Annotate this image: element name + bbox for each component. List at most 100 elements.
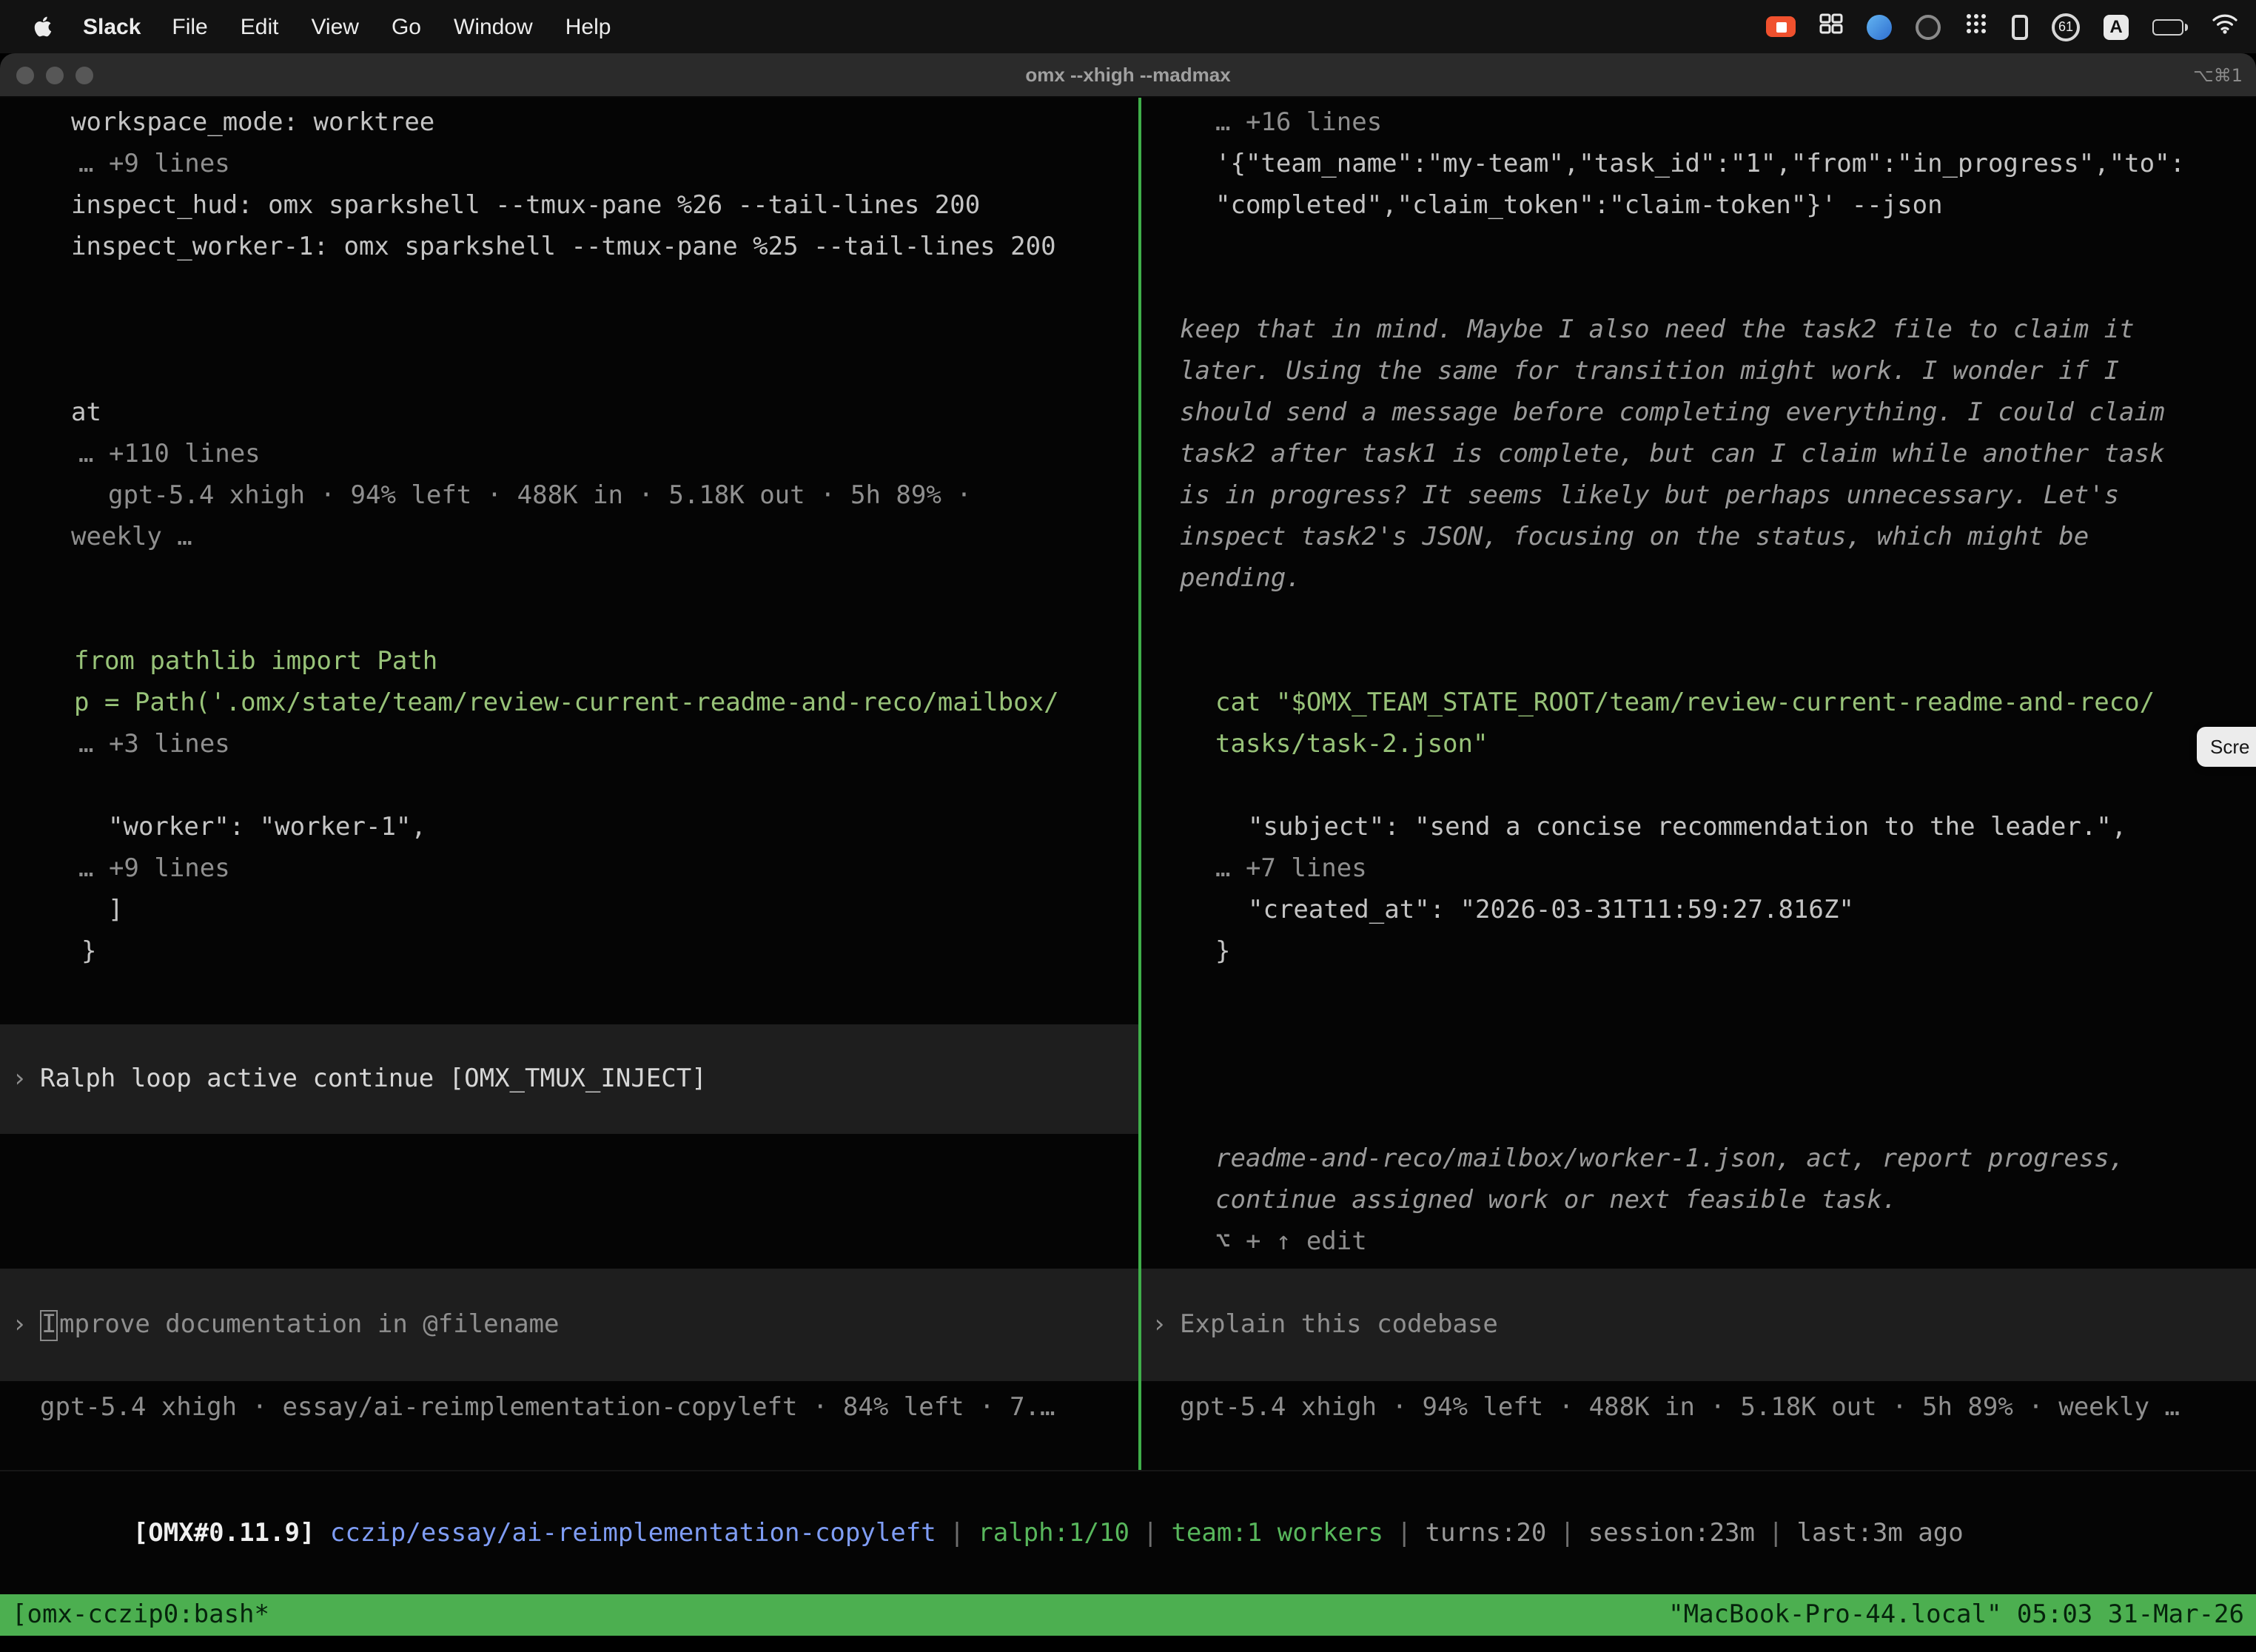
placeholder-text: mprove documentation in @filename — [59, 1310, 560, 1340]
mailbox-message-line: continue assigned work or next feasible … — [1141, 1180, 2256, 1221]
output-line: } — [1141, 931, 2256, 973]
output-line: weekly … — [0, 517, 1138, 558]
menu-edit[interactable]: Edit — [224, 14, 295, 39]
omx-version: [OMX#0.11.9] — [133, 1519, 315, 1548]
output-line: at — [0, 392, 1138, 434]
collapsed-lines-indicator: … +110 lines — [0, 434, 1138, 475]
menu-bar: Slack File Edit View Go Window Help 61 A — [0, 0, 2256, 53]
composer-input[interactable]: ›Improve documentation in @filename — [0, 1269, 1138, 1381]
log-line: "completed","claim_token":"claim-token"}… — [1141, 185, 2256, 226]
thinking-line: inspect task2's JSON, focusing on the st… — [1141, 517, 2256, 558]
tmux-pane-left[interactable]: workspace_mode: worktree … +9 lines insp… — [0, 98, 1138, 1470]
tmux-pane-right[interactable]: … +16 lines '{"team_name":"my-team","tas… — [1141, 98, 2256, 1470]
output-line: "created_at": "2026-03-31T11:59:27.816Z" — [1141, 890, 2256, 931]
window-title: omx --xhigh --madmax — [0, 64, 2256, 86]
collapsed-lines-indicator: … +9 lines — [0, 144, 1138, 185]
text-cursor: I — [40, 1309, 58, 1340]
bottom-gap — [0, 1636, 2256, 1652]
battery-icon[interactable] — [2152, 19, 2188, 35]
collapsed-lines-indicator: … +9 lines — [0, 848, 1138, 890]
minimize-button[interactable] — [46, 66, 64, 84]
device-icon[interactable] — [2012, 14, 2028, 39]
inject-banner: ›Ralph loop active continue [OMX_TMUX_IN… — [0, 1024, 1138, 1134]
code-line: tasks/task-2.json" — [1141, 724, 2256, 765]
edit-hint: ⌥ + ↑ edit — [1141, 1221, 2256, 1263]
zoom-button[interactable] — [75, 66, 93, 84]
tmux-session-name: [omx-cczip0:bash* — [12, 1600, 269, 1630]
dark-app-icon[interactable] — [1916, 14, 1941, 39]
collapsed-lines-indicator: … +16 lines — [1141, 102, 2256, 144]
wifi-icon[interactable] — [2212, 13, 2238, 40]
menu-file[interactable]: File — [155, 14, 224, 39]
menu-bar-status-items: 61 A — [1766, 12, 2238, 41]
apple-menu-icon[interactable] — [18, 15, 68, 38]
output-line: ] — [0, 890, 1138, 931]
ralph-counter: ralph:1/10 — [978, 1519, 1129, 1548]
terminal-window: omx --xhigh --madmax ⌥⌘1 workspace_mode:… — [0, 53, 2256, 1652]
mailbox-message-line: ↳1 new msg(s): read $OMX_TEAM_STATE_ROOT… — [1141, 1097, 2256, 1138]
working-status-line: •Working (6m 38s • esc to interrupt) — [0, 1180, 1138, 1221]
battery-percent-badge[interactable]: 61 — [2052, 13, 2080, 41]
menu-view[interactable]: View — [295, 14, 375, 39]
thinking-line: •I need to get the claim token from the … — [1141, 268, 2256, 309]
chevron-icon: › — [12, 1064, 40, 1094]
thinking-line: pending. — [1141, 558, 2256, 600]
output-line: "worker": "worker-1", — [0, 807, 1138, 848]
command-line: •Ran set -euo pipefail — [1141, 641, 2256, 682]
code-line: from pathlib import Path — [0, 641, 1138, 682]
collapsed-lines-indicator: … +7 lines — [1141, 848, 2256, 890]
input-source-icon[interactable]: A — [2104, 14, 2129, 39]
output-line: gpt-5.4 xhigh · 94% left · 488K in · 5.1… — [0, 475, 1138, 517]
close-button[interactable] — [16, 66, 34, 84]
menu-help[interactable]: Help — [549, 14, 628, 39]
chevron-icon: › — [1152, 1310, 1180, 1340]
thinking-line: is in progress? It seems likely but perh… — [1141, 475, 2256, 517]
dots-grid-icon[interactable] — [1964, 12, 1988, 41]
command-line: •Ran tmux capture-pane -t %25 -p -S -80 — [0, 309, 1138, 351]
log-line: '{"team_name":"my-team","task_id":"1","f… — [1141, 144, 2256, 185]
thinking-line: keep that in mind. Maybe I also need the… — [1141, 309, 2256, 351]
code-line: p = Path('.omx/state/team/review-current… — [0, 682, 1138, 724]
model-status-line: gpt-5.4 xhigh · essay/ai-reimplementatio… — [0, 1387, 1138, 1428]
screen-recording-indicator[interactable] — [1766, 16, 1796, 37]
chevron-icon: › — [12, 1310, 40, 1340]
thinking-line: should send a message before completing … — [1141, 392, 2256, 434]
composer-input[interactable]: ›Explain this codebase — [1141, 1269, 2256, 1381]
thinking-line: later. Using the same for transition mig… — [1141, 351, 2256, 392]
tmux-host-clock: "MacBook-Pro-44.local" 05:03 31-Mar-26 — [1668, 1600, 2244, 1630]
command-line: •Ran python3 - <<'PY' — [0, 600, 1138, 641]
window-tiling-icon[interactable] — [1819, 13, 1843, 40]
menu-window[interactable]: Window — [437, 14, 549, 39]
omx-status-line: [OMX#0.11.9] cczip/essay/ai-reimplementa… — [0, 1471, 2256, 1513]
last-activity: last:3m ago — [1797, 1519, 1964, 1548]
window-titlebar[interactable]: omx --xhigh --madmax ⌥⌘1 — [0, 53, 2256, 98]
mailbox-message-line: readme-and-reco/mailbox/worker-1.json, a… — [1141, 1138, 2256, 1180]
output-line: └{ — [1141, 765, 2256, 807]
window-shortcut-hint: ⌥⌘1 — [2193, 64, 2243, 85]
log-line: workspace_mode: worktree — [0, 102, 1138, 144]
code-line: cat "$OMX_TEAM_STATE_ROOT/team/review-cu… — [1141, 682, 2256, 724]
model-status-line: gpt-5.4 xhigh · 94% left · 488K in · 5.1… — [1141, 1387, 2256, 1428]
active-app-menu[interactable]: Slack — [68, 14, 155, 39]
team-counter: team:1 workers — [1171, 1519, 1383, 1548]
omx-branch: cczip/essay/ai-reimplementation-copyleft — [315, 1519, 936, 1548]
omx-status-area: [OMX#0.11.9] cczip/essay/ai-reimplementa… — [0, 1470, 2256, 1594]
menu-go[interactable]: Go — [375, 14, 437, 39]
traffic-lights — [0, 66, 93, 84]
screen: Slack File Edit View Go Window Help 61 A — [0, 0, 2256, 1652]
output-line: } — [0, 931, 1138, 973]
turns-counter: turns:20 — [1426, 1519, 1547, 1548]
notification-text: Scre — [2210, 736, 2249, 758]
log-line: inspect_hud: omx sparkshell --tmux-pane … — [0, 185, 1138, 226]
output-line: └be necessary for the end of the README.… — [0, 351, 1138, 392]
output-line: "subject": "send a concise recommendatio… — [1141, 807, 2256, 848]
placeholder-text: Explain this codebase — [1180, 1310, 1498, 1340]
waiting-status-line: •Waiting for background terminal (3m 46s… — [1141, 1014, 2256, 1055]
log-line: inspect_worker-1: omx sparkshell --tmux-… — [0, 226, 1138, 268]
collapsed-lines-indicator: … +3 lines — [0, 724, 1138, 765]
blue-app-icon[interactable] — [1867, 14, 1892, 39]
screenshot-notification[interactable]: Scre — [2197, 727, 2256, 767]
output-line: └{ — [0, 765, 1138, 807]
session-timer: session:23m — [1588, 1519, 1755, 1548]
menu-bar-left: Slack File Edit View Go Window Help — [18, 14, 627, 39]
